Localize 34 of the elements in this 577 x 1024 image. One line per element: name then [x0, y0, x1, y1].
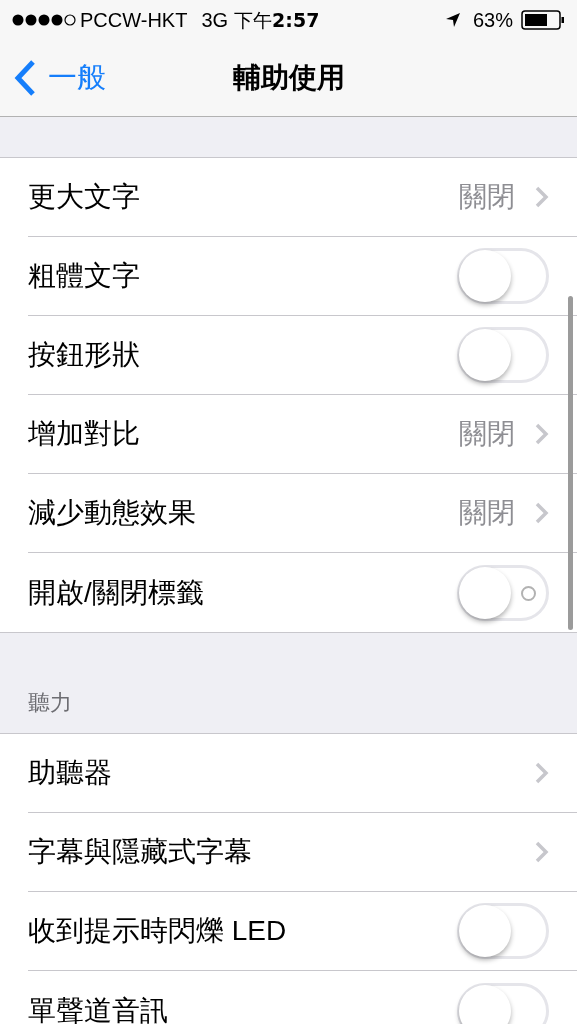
- back-chevron-icon: [14, 60, 36, 96]
- chevron-icon: [535, 502, 549, 524]
- chevron-icon: [535, 841, 549, 863]
- location-arrow-icon: [444, 12, 461, 28]
- page-title: 輔助使用: [232, 62, 345, 93]
- battery-icon: [521, 10, 565, 30]
- setting-label: 單聲道音訊: [28, 993, 169, 1024]
- setting-label: 按鈕形狀: [28, 338, 141, 372]
- setting-label: 增加對比: [28, 417, 141, 451]
- battery-percentage: 63%: [472, 8, 513, 33]
- toggle-switch[interactable]: [457, 327, 549, 383]
- chevron-icon: [535, 186, 549, 208]
- network-type: 3G: [201, 8, 229, 33]
- toggle-switch[interactable]: [457, 248, 549, 304]
- setting-value: 關閉: [459, 180, 515, 214]
- chevron-icon: [535, 762, 549, 784]
- back-button[interactable]: 一般: [0, 56, 106, 100]
- chevron-icon: [535, 423, 549, 445]
- section-header: 聽力: [28, 689, 72, 717]
- setting-label: 減少動態效果: [28, 496, 197, 530]
- setting-label: 粗體文字: [28, 259, 141, 293]
- toggle-switch[interactable]: [457, 903, 549, 959]
- setting-value: 關閉: [459, 417, 515, 451]
- setting-label: 助聽器: [28, 756, 113, 790]
- signal-icon: [12, 13, 76, 27]
- setting-label: 收到提示時閃爍 LED: [28, 914, 288, 948]
- toggle-switch[interactable]: [457, 564, 549, 621]
- clock-time: 下午2:57: [234, 7, 320, 33]
- setting-label: 字幕與隱藏式字幕: [28, 835, 253, 869]
- carrier-name: PCCW-HKT: [80, 8, 188, 33]
- setting-value: 關閉: [459, 496, 515, 530]
- toggle-switch[interactable]: [457, 982, 549, 1024]
- setting-label: 更大文字: [28, 180, 141, 214]
- setting-label: 開啟/關閉標籤: [28, 575, 205, 610]
